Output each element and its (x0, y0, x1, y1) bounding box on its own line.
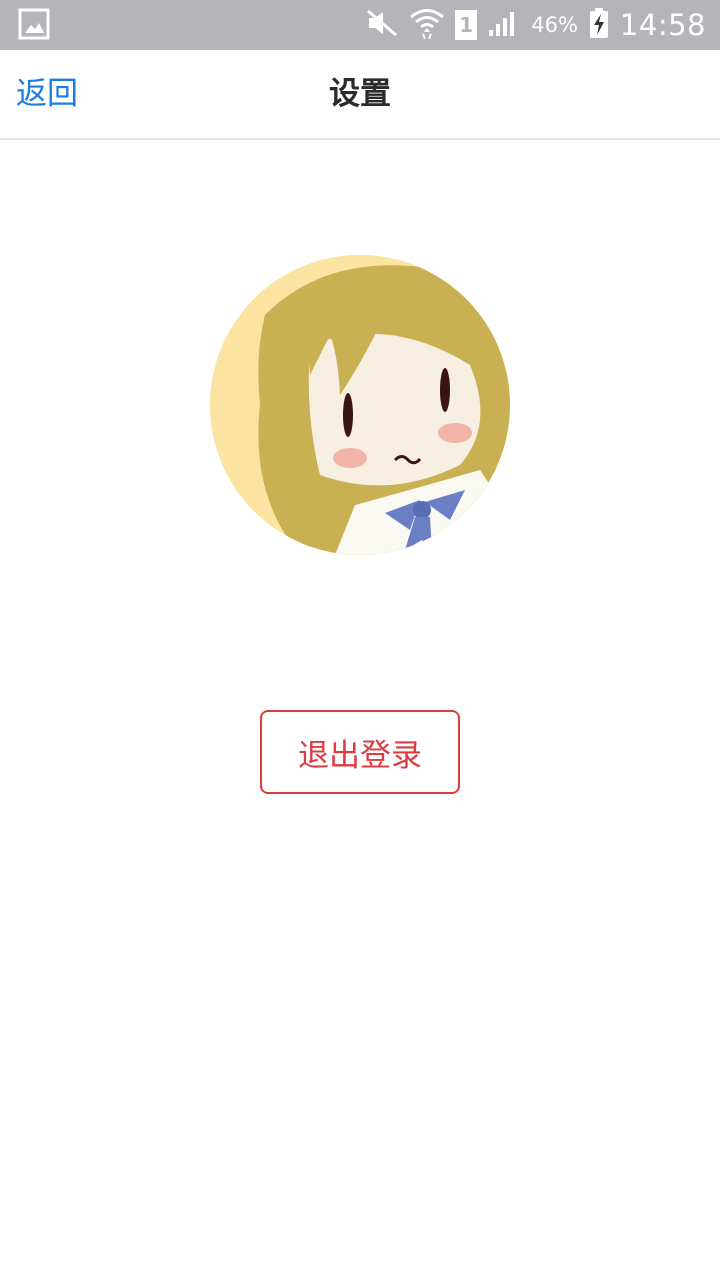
logout-button[interactable]: 退出登录 (260, 710, 460, 794)
back-button[interactable]: 返回 (16, 50, 78, 138)
gallery-notification-icon (18, 8, 50, 44)
mute-icon (365, 8, 399, 42)
clock: 14:58 (619, 8, 706, 42)
battery-charging-icon (588, 7, 610, 43)
battery-percent: 46% (531, 13, 578, 37)
status-left (18, 8, 50, 44)
sim-icon: 1 (455, 10, 478, 40)
avatar-illustration (210, 255, 510, 555)
signal-icon (487, 8, 521, 42)
user-avatar[interactable] (210, 255, 510, 555)
page-title: 设置 (329, 76, 391, 112)
status-right: 1 46% 14:58 (365, 0, 706, 50)
top-nav-bar: 返回 设置 (0, 50, 720, 140)
wifi-icon (409, 6, 445, 44)
status-bar: 1 46% 14:58 (0, 0, 720, 50)
